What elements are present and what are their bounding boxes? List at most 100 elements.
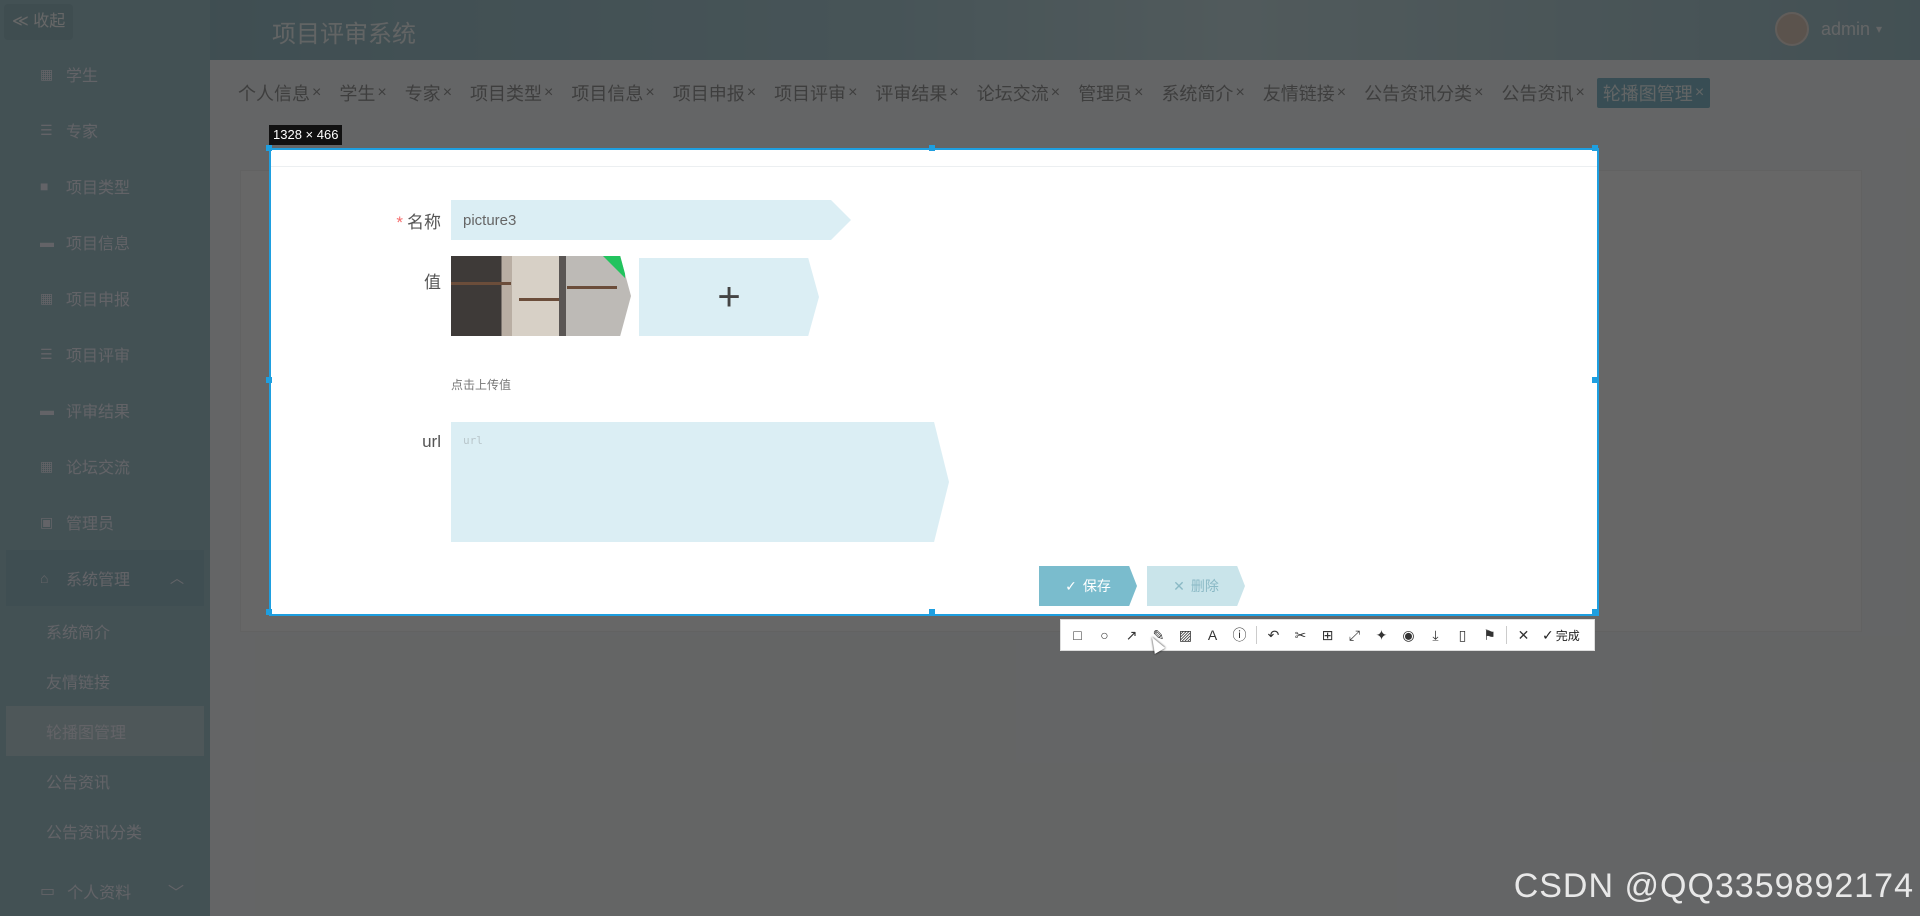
chevron-down-icon: ﹀ bbox=[167, 884, 184, 902]
delete-button[interactable]: ✕ 删除 bbox=[1147, 566, 1245, 606]
close-icon[interactable]: × bbox=[949, 84, 958, 102]
number-icon[interactable]: ⓘ bbox=[1229, 624, 1250, 646]
record-icon[interactable]: ◉ bbox=[1398, 624, 1419, 646]
sidebar-subitem-news-category[interactable]: 公告资讯分类 bbox=[6, 806, 204, 856]
tab-news[interactable]: 公告资讯 × bbox=[1495, 78, 1590, 108]
divider bbox=[1506, 626, 1507, 644]
sidebar-group-system[interactable]: ⌂ 系统管理 ︿ bbox=[6, 550, 204, 606]
delete-button-label: 删除 bbox=[1190, 578, 1219, 594]
sidebar-subitem-links[interactable]: 友情链接 bbox=[6, 656, 204, 706]
sidebar-item-profile[interactable]: ▭ 个人资料 ﹀ bbox=[6, 865, 204, 916]
capture-size-label: 1328 × 466 bbox=[269, 125, 343, 145]
sidebar-subitem-intro[interactable]: 系统简介 bbox=[6, 606, 204, 656]
sidebar-item-project-info[interactable]: ▬ 项目信息 bbox=[6, 214, 204, 270]
upload-button[interactable]: + bbox=[639, 258, 819, 336]
ellipse-icon[interactable]: ○ bbox=[1094, 624, 1115, 646]
close-icon[interactable]: × bbox=[312, 84, 321, 102]
tab-label: 个人信息 bbox=[238, 84, 310, 104]
resize-handle[interactable] bbox=[1592, 145, 1598, 151]
tab-label: 公告资讯 bbox=[1501, 84, 1574, 104]
name-label: * 名称 bbox=[331, 208, 441, 233]
sidebar-subitem-news[interactable]: 公告资讯 bbox=[6, 756, 204, 806]
close-icon[interactable]: ✕ bbox=[1513, 624, 1534, 646]
tab-experts[interactable]: 专家 × bbox=[399, 78, 458, 108]
name-input[interactable]: picture3 bbox=[451, 200, 851, 240]
resize-handle[interactable] bbox=[266, 145, 272, 151]
rectangle-icon[interactable]: □ bbox=[1067, 624, 1088, 646]
tab-project-review[interactable]: 项目评审 × bbox=[768, 78, 863, 108]
tab-project-info[interactable]: 项目信息 × bbox=[565, 78, 660, 108]
divider bbox=[271, 166, 1597, 167]
text-icon[interactable]: A bbox=[1202, 624, 1223, 646]
undo-icon[interactable]: ↶ bbox=[1263, 624, 1284, 646]
close-icon[interactable]: × bbox=[1575, 84, 1584, 102]
fit-icon[interactable]: ⤢ bbox=[1344, 624, 1365, 646]
tab-students[interactable]: 学生 × bbox=[333, 78, 392, 108]
download-icon[interactable]: ⤓ bbox=[1425, 624, 1446, 646]
done-button[interactable]: ✓ 完成 bbox=[1542, 627, 1580, 644]
resize-handle[interactable] bbox=[929, 145, 935, 151]
sidebar-item-project-apply[interactable]: ▦ 项目申报 bbox=[6, 270, 204, 326]
required-mark: * bbox=[396, 213, 403, 232]
clipboard-icon: ▣ bbox=[40, 513, 54, 530]
tab-project-types[interactable]: 项目类型 × bbox=[464, 78, 559, 108]
tab-label: 学生 bbox=[339, 84, 376, 104]
sidebar-subitem-carousel[interactable]: 轮播图管理 bbox=[6, 706, 204, 756]
translate-icon[interactable]: ⊞ bbox=[1317, 624, 1338, 646]
user-menu[interactable]: admin ▾ bbox=[1774, 12, 1882, 46]
sidebar-item-experts[interactable]: ☰ 专家 bbox=[6, 102, 204, 158]
close-icon[interactable]: × bbox=[1474, 84, 1483, 102]
tab-carousel[interactable]: 轮播图管理 × bbox=[1596, 78, 1711, 108]
close-icon[interactable]: × bbox=[1051, 84, 1060, 102]
sidebar-item-project-types[interactable]: ■ 项目类型 bbox=[6, 158, 204, 214]
tab-forum[interactable]: 论坛交流 × bbox=[971, 78, 1066, 108]
close-icon[interactable]: × bbox=[377, 84, 386, 102]
close-icon[interactable]: × bbox=[1337, 84, 1346, 102]
tab-news-category[interactable]: 公告资讯分类 × bbox=[1358, 78, 1489, 108]
close-icon[interactable]: × bbox=[645, 84, 654, 102]
sidebar-subitem-label: 轮播图管理 bbox=[46, 725, 127, 742]
close-icon[interactable]: × bbox=[1695, 84, 1704, 102]
sidebar-subitem-label: 公告资讯分类 bbox=[46, 825, 143, 842]
tab-personal-info[interactable]: 个人信息 × bbox=[232, 78, 327, 108]
collapse-button[interactable]: ≪ 收起 bbox=[4, 4, 74, 40]
list-icon: ☰ bbox=[40, 121, 53, 138]
tab-project-apply[interactable]: 项目申报 × bbox=[667, 78, 762, 108]
sidebar-item-admins[interactable]: ▣ 管理员 bbox=[6, 494, 204, 550]
capture-region[interactable]: * 名称 picture3 值 + 点击上传值 url url ✓ 保存 ✕ 删除 bbox=[269, 148, 1599, 616]
resize-handle[interactable] bbox=[1592, 609, 1598, 615]
tab-review-results[interactable]: 评审结果 × bbox=[869, 78, 964, 108]
tab-links[interactable]: 友情链接 × bbox=[1257, 78, 1352, 108]
mosaic-icon[interactable]: ▨ bbox=[1175, 624, 1196, 646]
tab-admins[interactable]: 管理员 × bbox=[1072, 78, 1149, 108]
close-icon[interactable]: × bbox=[1134, 84, 1143, 102]
comment-icon: ▬ bbox=[40, 402, 54, 418]
bookmark-icon[interactable]: ⚑ bbox=[1479, 624, 1500, 646]
save-button[interactable]: ✓ 保存 bbox=[1039, 566, 1137, 606]
shelf-line bbox=[451, 282, 511, 285]
sidebar-item-label: 项目评审 bbox=[66, 348, 131, 365]
sidebar-item-forum[interactable]: ▦ 论坛交流 bbox=[6, 438, 204, 494]
resize-handle[interactable] bbox=[929, 609, 935, 615]
arrow-icon[interactable]: ↗ bbox=[1121, 624, 1142, 646]
resize-handle[interactable] bbox=[266, 609, 272, 615]
tab-system-intro[interactable]: 系统简介 × bbox=[1155, 78, 1250, 108]
url-textarea[interactable]: url bbox=[451, 422, 949, 542]
close-icon[interactable]: × bbox=[443, 84, 452, 102]
pin-icon[interactable]: ✦ bbox=[1371, 624, 1392, 646]
close-icon[interactable]: × bbox=[848, 84, 857, 102]
uploaded-image-thumbnail[interactable] bbox=[451, 256, 631, 336]
close-icon[interactable]: × bbox=[747, 84, 756, 102]
sidebar-item-label: 项目信息 bbox=[66, 236, 131, 253]
resize-handle[interactable] bbox=[266, 377, 272, 383]
sidebar-item-students[interactable]: ▦ 学生 bbox=[6, 46, 204, 102]
phone-icon[interactable]: ▯ bbox=[1452, 624, 1473, 646]
sidebar-item-project-review[interactable]: ☰ 项目评审 bbox=[6, 326, 204, 382]
resize-handle[interactable] bbox=[1592, 377, 1598, 383]
sidebar: ≪ 收起 ▦ 学生 ☰ 专家 ■ 项目类型 ▬ 项目信息 ▦ 项目申报 ☰ 项目评审 ▬ 评审… bbox=[0, 0, 210, 916]
tab-label: 系统简介 bbox=[1161, 84, 1234, 104]
sidebar-item-review-results[interactable]: ▬ 评审结果 bbox=[6, 382, 204, 438]
cut-icon[interactable]: ✂ bbox=[1290, 624, 1311, 646]
close-icon[interactable]: × bbox=[544, 84, 553, 102]
close-icon[interactable]: × bbox=[1235, 84, 1244, 102]
